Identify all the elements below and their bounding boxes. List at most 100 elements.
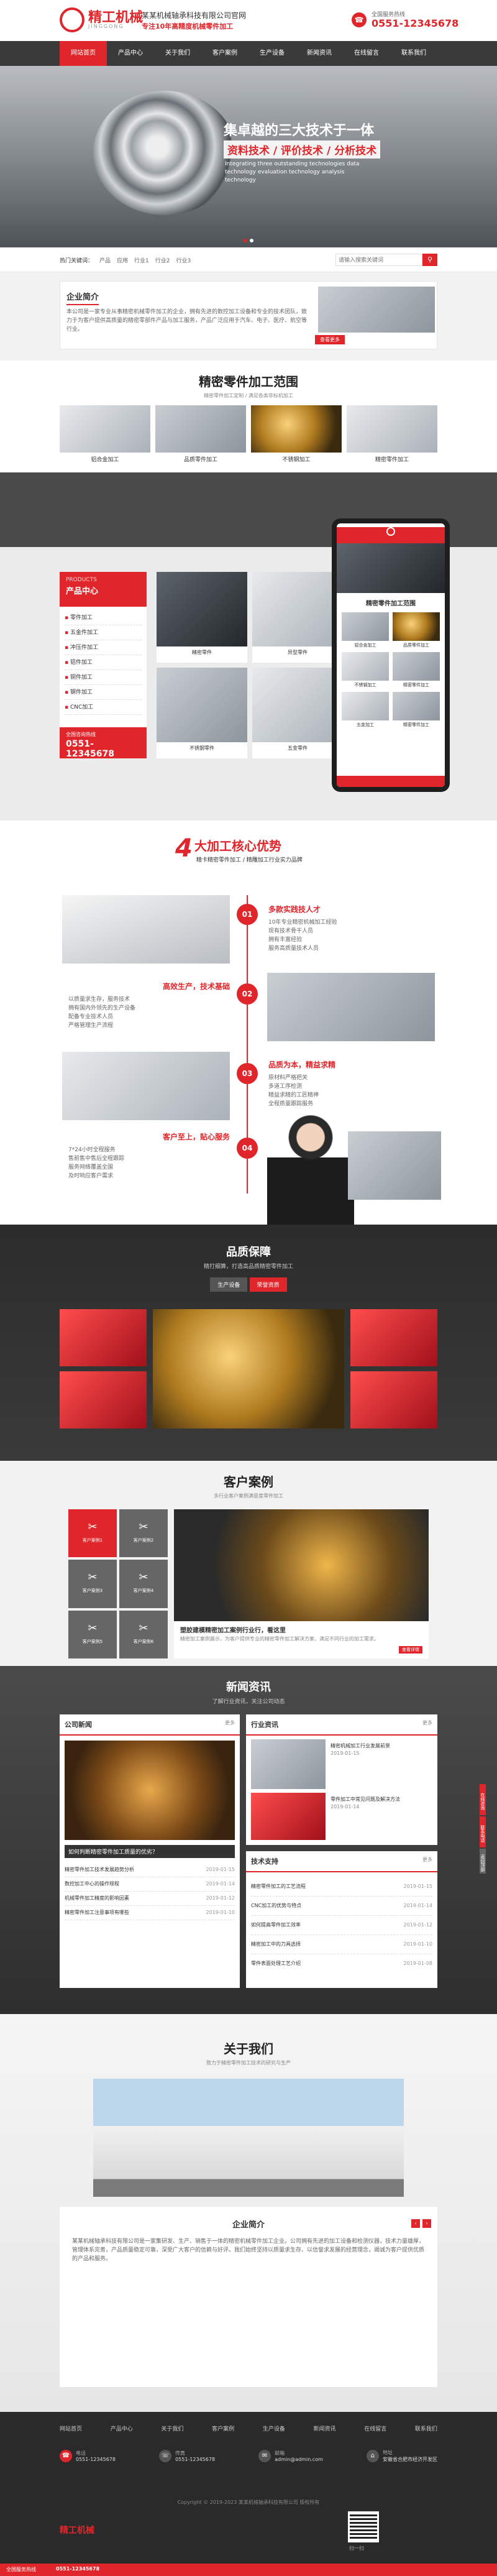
phone-item[interactable]: 不锈钢加工 — [342, 652, 389, 688]
search-button[interactable]: ⚲ — [422, 254, 437, 266]
case-tile[interactable]: ✂ 客户案例3 — [68, 1560, 117, 1608]
news-item[interactable]: 零件加工中常见问题及解决方法 — [331, 1795, 432, 1804]
product-card[interactable]: 五金零件 — [252, 668, 343, 758]
bearing-image — [93, 91, 236, 215]
news-item[interactable]: 数控加工中心的操作规程 2019-01-14 — [65, 1877, 235, 1892]
tab-honors[interactable]: 荣誉资质 — [249, 1277, 287, 1292]
banner-dot-active[interactable] — [244, 239, 247, 242]
phone-item[interactable]: 精密零件加工 — [393, 652, 440, 688]
news-section: 新闻资讯 了解行业资讯，关注公司动态 公司新闻 更多 如何判断精密零件加工质量的… — [0, 1666, 497, 2014]
news-item[interactable]: CNC加工的优势与特点 2019-01-14 — [251, 1897, 432, 1916]
case-tile[interactable]: ✂ 客户案例1 — [68, 1509, 117, 1558]
category-item[interactable]: ▪ 钢件加工 — [65, 685, 142, 700]
banner-dots[interactable] — [244, 239, 253, 242]
range-title: 精密零件加工范围 — [199, 374, 298, 389]
contact-item: ⌂ 地址 安徽省合肥市经济开发区 — [366, 2449, 437, 2463]
news-item[interactable]: 精密零件加工注意事项有哪些 2019-01-10 — [65, 1906, 235, 1920]
trophy-image-right-bottom[interactable] — [350, 1371, 437, 1428]
case-tile[interactable]: ✂ 客户案例4 — [119, 1560, 168, 1608]
case-tile[interactable]: ✂ 客户案例5 — [68, 1610, 117, 1658]
keyword-link[interactable]: 行业3 — [176, 256, 191, 264]
products-section: PRODUCTS 产品中心 ▪ 零件加工 ▪ 五金件加工 ▪ 冲压件加工 ▪ 铝… — [0, 472, 497, 821]
category-item[interactable]: ▪ 冲压件加工 — [65, 640, 142, 655]
footer-nav-item[interactable]: 联系我们 — [415, 2424, 437, 2432]
about-prev-arrow[interactable]: ‹ — [411, 2219, 420, 2228]
trophy-image-center[interactable] — [153, 1309, 344, 1428]
range-item[interactable]: 品质零件加工 — [155, 405, 246, 465]
news-more-link[interactable]: 更多 — [422, 1856, 432, 1866]
nav-item-products[interactable]: 产品中心 — [107, 41, 154, 66]
float-top-button[interactable]: 返回顶部 — [480, 1849, 486, 1874]
case-more-button[interactable]: 查看详情 — [399, 1646, 422, 1654]
advantage-sub: 精卡精密零件加工 / 精雕加工行业实力品牌 — [196, 857, 303, 863]
phone-item[interactable]: 品质零件加工 — [393, 612, 440, 648]
bottom-bar-phone[interactable]: 0551-12345678 — [56, 2566, 99, 2572]
category-item[interactable]: ▪ 铜件加工 — [65, 670, 142, 685]
nav-item-equipment[interactable]: 生产设备 — [248, 41, 296, 66]
trophy-image-left-bottom[interactable] — [60, 1371, 147, 1428]
news-item[interactable]: 机械零件加工精度的影响因素 2019-01-12 — [65, 1892, 235, 1906]
keyword-link[interactable]: 行业2 — [155, 256, 170, 264]
nav-item-message[interactable]: 在线留言 — [343, 41, 390, 66]
news-item[interactable]: 精密零件加工的工艺流程 2019-01-15 — [251, 1877, 432, 1897]
range-item[interactable]: 精密零件加工 — [347, 405, 437, 465]
intro-more-button[interactable]: 查看更多 — [315, 335, 345, 344]
advantage-heading: 4 大加工核心优势 精卡精密零件加工 / 精雕加工行业实力品牌 — [175, 834, 303, 863]
footer-nav-item[interactable]: 关于我们 — [161, 2424, 183, 2432]
trophy-image-right[interactable] — [350, 1309, 437, 1366]
keyword-link[interactable]: 行业1 — [134, 256, 149, 264]
news-item[interactable]: 精密零件加工技术发展趋势分析 2019-01-15 — [65, 1863, 235, 1877]
category-item[interactable]: ▪ CNC加工 — [65, 700, 142, 715]
footer-nav-item[interactable]: 新闻资讯 — [314, 2424, 336, 2432]
nav-item-about[interactable]: 关于我们 — [154, 41, 201, 66]
news-item[interactable]: 如何提高零件加工效率 2019-01-12 — [251, 1916, 432, 1935]
float-consult-button[interactable]: 在线咨询 — [480, 1784, 486, 1815]
news-item[interactable]: 精密机械加工行业发展前景 — [331, 1742, 432, 1750]
tab-equipment[interactable]: 生产设备 — [210, 1277, 248, 1292]
trophy-image-left[interactable] — [60, 1309, 147, 1366]
float-phone-button[interactable]: 联系电话 — [480, 1816, 486, 1847]
intro-text: 本公司是一家专业从事精密机械零件加工的企业，拥有先进的数控加工设备和专业的技术团… — [66, 309, 308, 333]
footer-nav-item[interactable]: 网站首页 — [60, 2424, 82, 2432]
footer-nav-item[interactable]: 产品中心 — [111, 2424, 133, 2432]
case-tile[interactable]: ✂ 客户案例6 — [119, 1610, 168, 1658]
footer-nav-item[interactable]: 生产设备 — [263, 2424, 285, 2432]
search-icon: ⚲ — [427, 255, 433, 264]
location-icon: ⌂ — [366, 2450, 379, 2462]
category-item[interactable]: ▪ 五金件加工 — [65, 625, 142, 640]
product-card[interactable]: 异型零件 — [252, 572, 343, 663]
news-item[interactable]: 零件表面处理工艺介绍 2019-01-08 — [251, 1954, 432, 1973]
phone-item[interactable]: 五金加工 — [342, 692, 389, 728]
logo-icon[interactable] — [60, 7, 84, 32]
search-input[interactable] — [335, 254, 422, 266]
news-title: 新闻资讯 — [226, 1681, 271, 1694]
case-tile[interactable]: ✂ 客户案例2 — [119, 1509, 168, 1558]
footer-nav-item[interactable]: 客户案例 — [212, 2424, 234, 2432]
banner-dot[interactable] — [250, 239, 253, 242]
phone-item[interactable]: 铝合金加工 — [342, 612, 389, 648]
category-item[interactable]: ▪ 零件加工 — [65, 610, 142, 625]
news-more-link[interactable]: 更多 — [225, 1719, 235, 1729]
news-more-link[interactable]: 更多 — [422, 1719, 432, 1729]
product-card[interactable]: 不锈钢零件 — [157, 668, 247, 758]
nav-item-contact[interactable]: 联系我们 — [390, 41, 437, 66]
category-item[interactable]: ▪ 铝件加工 — [65, 655, 142, 670]
nav-item-news[interactable]: 新闻资讯 — [296, 41, 343, 66]
news-feature-image — [65, 1741, 235, 1840]
about-next-arrow[interactable]: › — [422, 2219, 431, 2228]
nav-item-home[interactable]: 网站首页 — [60, 41, 107, 66]
nav-item-cases[interactable]: 客户案例 — [201, 41, 248, 66]
keyword-link[interactable]: 产品 — [99, 256, 111, 264]
about-card-title: 企业简介 — [232, 2220, 265, 2230]
range-item[interactable]: 铝合金加工 — [60, 405, 150, 465]
product-card[interactable]: 精密零件 — [157, 572, 247, 663]
case-feature[interactable]: 塑胶建模精密加工案例行业行，看这里 精密加工案例展示，为客户提供专业的精密零件加… — [174, 1509, 429, 1658]
bottom-bar-label: 全国服务热线 — [6, 2567, 36, 2572]
footer-nav-item[interactable]: 在线留言 — [364, 2424, 386, 2432]
range-item[interactable]: 不锈钢加工 — [251, 405, 342, 465]
banner[interactable]: 集卓越的三大技术于一体 资料技术 / 评价技术 / 分析技术 Integrati… — [0, 66, 497, 247]
phone-item[interactable]: 精密零件加工 — [393, 692, 440, 728]
news-feature-title[interactable]: 如何判断精密零件加工质量的优劣？ — [65, 1845, 235, 1858]
news-item[interactable]: 精密加工中的刀具选择 2019-01-10 — [251, 1935, 432, 1954]
keyword-link[interactable]: 应用 — [117, 256, 128, 264]
